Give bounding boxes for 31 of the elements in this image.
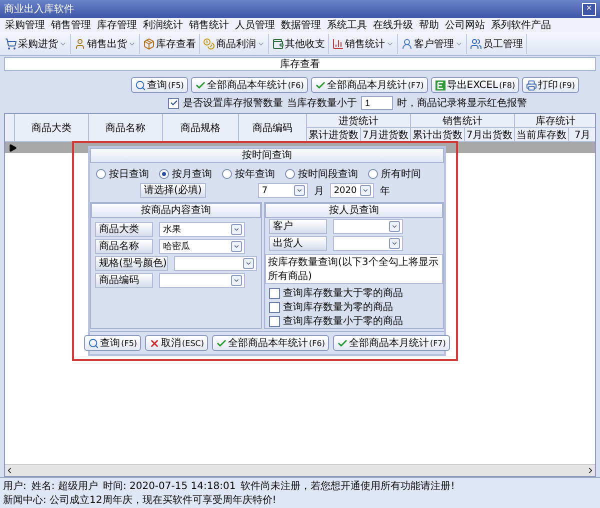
status-text: 姓名: 超级用户 xyxy=(31,480,98,493)
field-label: 出货人 xyxy=(269,236,327,251)
group-header: 库存统计 xyxy=(515,114,595,128)
field-label: 商品大类 xyxy=(95,222,153,237)
unit-label: 年 xyxy=(380,184,390,198)
status-text: 用户: xyxy=(3,480,26,493)
column-header: 商品编码 xyxy=(239,114,307,142)
group-header: 销售统计 xyxy=(411,114,515,128)
status-text: 软件尚未注册，若您想开通使用所有功能请注册! xyxy=(240,480,455,493)
section-title: 按商品内容查询 xyxy=(91,203,261,218)
status-text: 新闻中心: 公司成立12周年庆，现在买软件可享受周年庆特价! xyxy=(3,494,276,507)
dialog-title: 按时间查询 xyxy=(90,148,444,163)
threshold-label: 当库存数量小于 xyxy=(287,96,357,110)
alarm-note: 时，商品记录将显示红色报警 xyxy=(397,96,527,110)
checkbox-label: 是否设置库存报警数量 xyxy=(183,96,283,110)
column-header: 7月进货数 xyxy=(361,128,411,142)
field-label: 客户 xyxy=(269,219,327,234)
field-label: 商品编码 xyxy=(95,273,153,288)
column-header: 商品名称 xyxy=(89,114,163,142)
column-header: 商品规格 xyxy=(163,114,239,142)
panel-title: 库存查看 xyxy=(4,57,596,71)
column-header: 累计进货数 xyxy=(307,128,361,142)
field-label: 请选择(必填) xyxy=(140,183,206,198)
status-text: 时间: 2020-07-15 14:18:01 xyxy=(102,480,236,493)
section-title: 按库存数量查询(以下3个全勾上将显示所有商品) xyxy=(265,254,443,284)
window-title: 商业出入库软件 xyxy=(4,2,74,16)
field-label: 规格(型号颜色) xyxy=(95,256,168,271)
group-header: 进货统计 xyxy=(307,114,411,128)
section-title: 按人员查询 xyxy=(265,203,443,218)
field-label: 商品名称 xyxy=(95,239,153,254)
unit-label: 月 xyxy=(314,184,324,198)
